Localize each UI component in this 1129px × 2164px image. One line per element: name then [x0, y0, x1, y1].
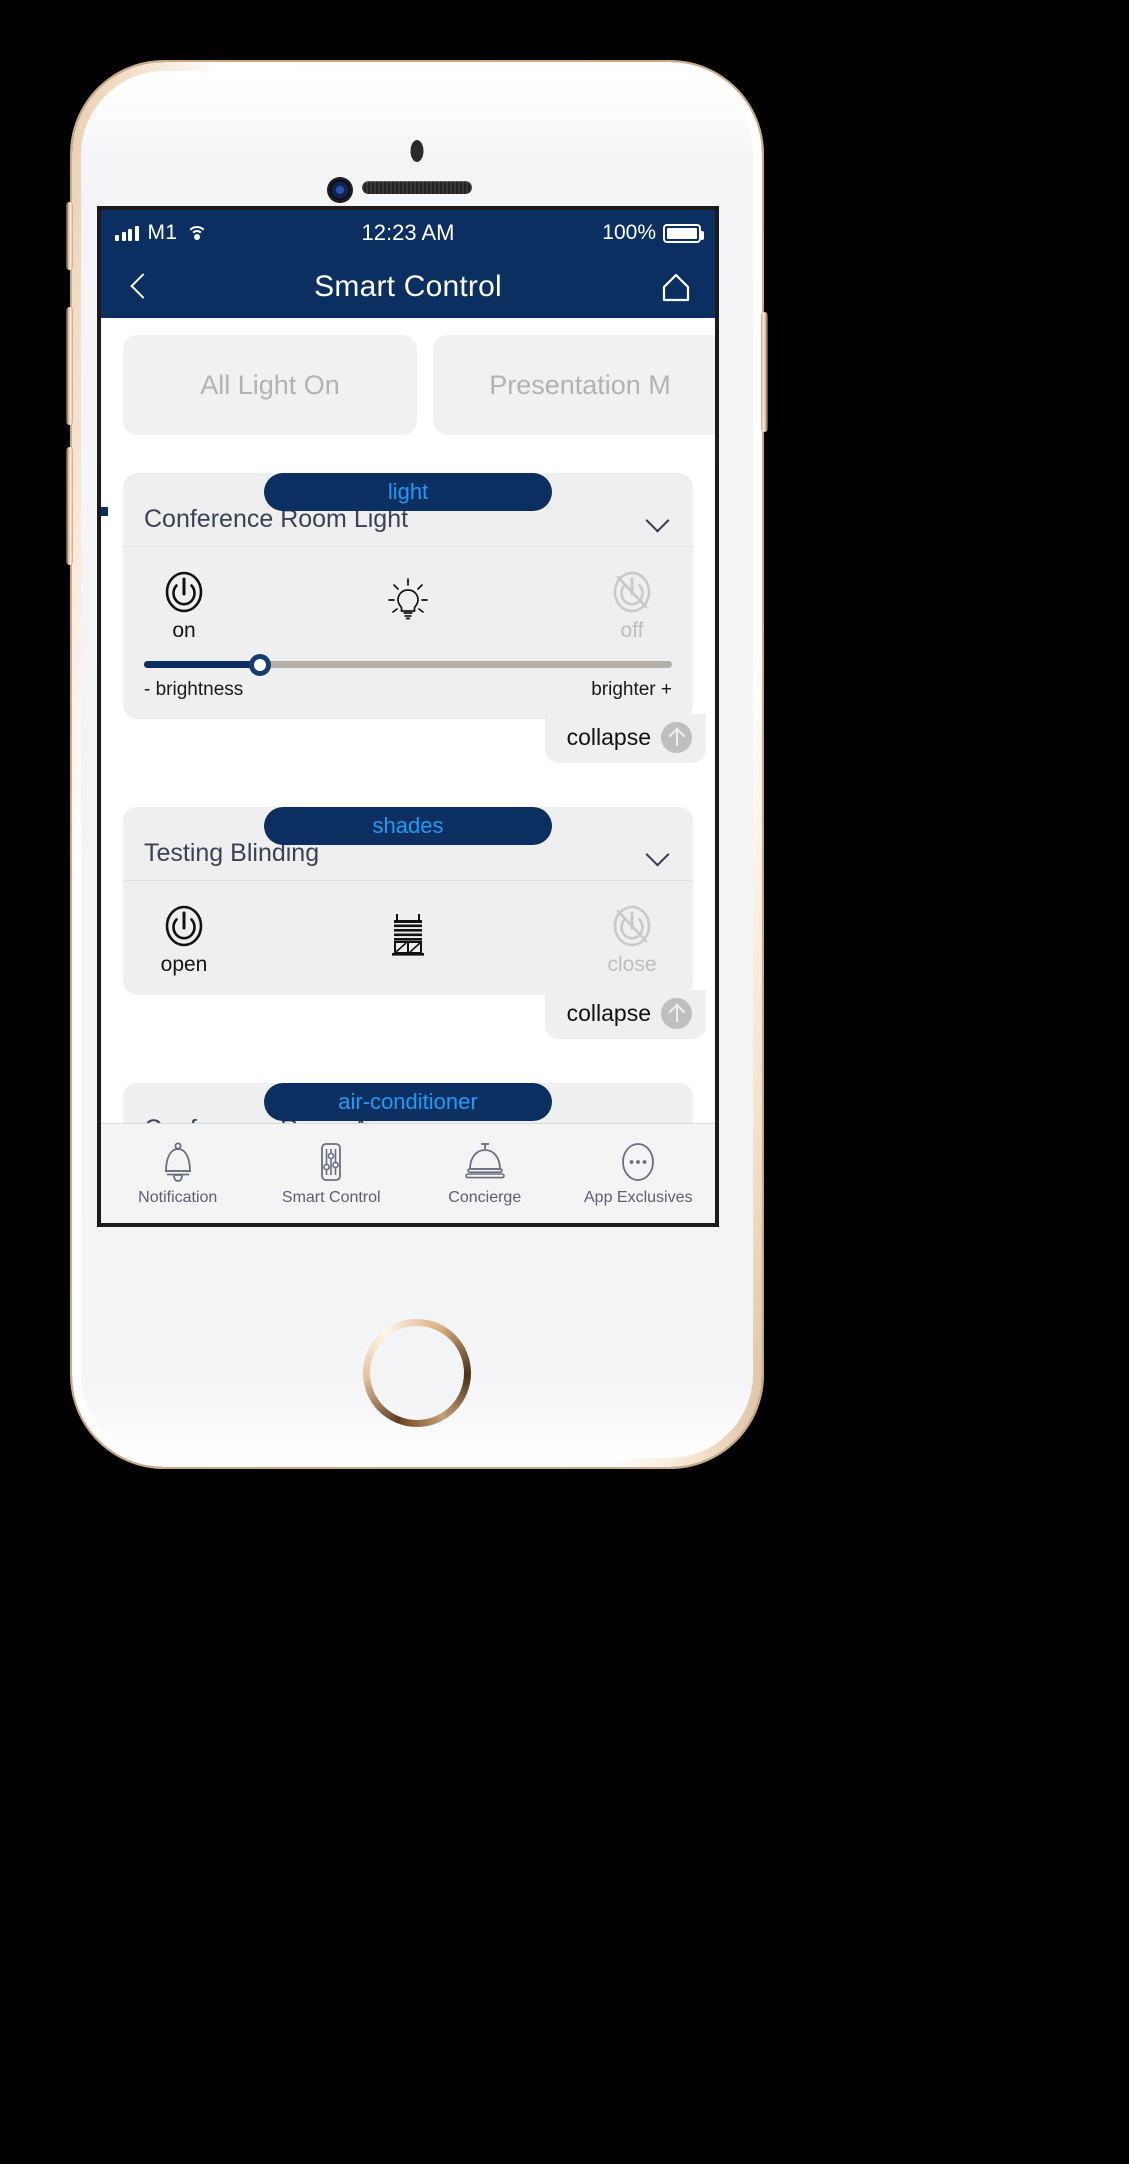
- scene-button-presentation-mode[interactable]: Presentation M: [433, 335, 715, 435]
- device-group-shades: shades Testing Blinding open close colla…: [101, 807, 715, 1045]
- nav-bar: Smart Control: [101, 256, 715, 318]
- chevron-down-icon[interactable]: [646, 1122, 672, 1124]
- sliders-icon: [311, 1141, 351, 1183]
- power-icon: [161, 903, 207, 949]
- collapse-button-shades[interactable]: collapse: [544, 990, 706, 1039]
- chevron-left-icon[interactable]: [123, 270, 157, 304]
- power-icon: [161, 569, 207, 615]
- scene-buttons-row[interactable]: All Light On Presentation M: [101, 318, 715, 435]
- service-bell-icon: [464, 1141, 506, 1183]
- bottom-tab-bar: Notification Smart Control Concierge App…: [101, 1123, 715, 1223]
- phone-mockup: M1 12:23 AM 100% Smart Control All Light…: [66, 62, 768, 1467]
- chevron-down-icon[interactable]: [646, 512, 672, 527]
- group-badge-air-conditioner[interactable]: air-conditioner: [264, 1083, 552, 1121]
- window-blinds-icon: [388, 911, 428, 962]
- screenshot-stage: M1 12:23 AM 100% Smart Control All Light…: [0, 0, 1129, 2164]
- ellipsis-circle-icon: [618, 1141, 658, 1183]
- brightness-slider-labels: - brightness brighter +: [144, 679, 672, 701]
- volume-up-button[interactable]: [66, 307, 73, 425]
- power-off-slashed-icon: [609, 903, 655, 949]
- shades-open-button[interactable]: open: [144, 903, 224, 977]
- status-bar: M1 12:23 AM 100%: [101, 210, 715, 256]
- power-off-button[interactable]: off: [592, 569, 672, 643]
- brightness-max-label: brighter +: [591, 679, 672, 700]
- tab-label: Smart Control: [281, 1188, 381, 1206]
- arrow-up-circle-icon: [661, 998, 692, 1029]
- device-type-icon-wrap: [224, 903, 592, 962]
- brightness-min-label: - brightness: [144, 679, 244, 700]
- device-group-light: light Conference Room Light on off - bri…: [101, 473, 715, 769]
- content-scroll-area[interactable]: All Light On Presentation M light Confer…: [101, 318, 715, 1123]
- shades-open-label: open: [160, 953, 208, 976]
- device-type-icon-wrap: [224, 569, 592, 628]
- bell-icon: [158, 1141, 198, 1183]
- shades-close-label: close: [607, 953, 657, 976]
- front-camera-icon: [329, 179, 351, 201]
- tab-concierge[interactable]: Concierge: [408, 1141, 562, 1207]
- tab-app-exclusives[interactable]: App Exclusives: [562, 1141, 716, 1207]
- brightness-slider[interactable]: [144, 653, 672, 676]
- tab-label: Concierge: [448, 1188, 522, 1206]
- collapse-button-light[interactable]: collapse: [544, 714, 706, 763]
- power-off-label: off: [620, 619, 644, 642]
- page-title: Smart Control: [314, 270, 502, 303]
- chevron-down-icon[interactable]: [646, 846, 672, 861]
- power-on-button[interactable]: on: [144, 569, 224, 643]
- collapse-label: collapse: [566, 1000, 651, 1026]
- tab-label: Notification: [138, 1188, 218, 1206]
- tab-label: App Exclusives: [584, 1188, 693, 1206]
- light-bulb-icon: [387, 577, 429, 628]
- silent-switch[interactable]: [66, 202, 73, 270]
- volume-down-button[interactable]: [66, 447, 73, 565]
- earpiece-speaker-icon: [362, 181, 472, 194]
- device-group-air-conditioner: air-conditioner Conference Room Air-con: [101, 1083, 715, 1123]
- brightness-slider-wrap: - brightness brighter +: [144, 653, 672, 701]
- group-badge-shades[interactable]: shades: [264, 807, 552, 845]
- group-badge-light[interactable]: light: [264, 473, 552, 511]
- battery-percent-label: 100%: [602, 221, 656, 244]
- proximity-sensor-icon: [410, 140, 424, 162]
- brightness-slider-fill: [144, 661, 261, 668]
- arrow-up-circle-icon: [661, 722, 692, 753]
- collapse-label: collapse: [566, 724, 651, 750]
- tab-notification[interactable]: Notification: [101, 1141, 255, 1207]
- power-on-label: on: [172, 619, 196, 642]
- device-card-body: on off - brightness brighter +: [123, 547, 693, 719]
- power-side-button[interactable]: [761, 312, 768, 432]
- power-control-row: open close: [144, 903, 672, 977]
- tab-smart-control[interactable]: Smart Control: [255, 1141, 409, 1207]
- power-off-slashed-icon: [609, 569, 655, 615]
- home-icon[interactable]: [659, 270, 693, 304]
- status-bar-right: 100%: [602, 221, 704, 245]
- device-card-body: open close: [123, 881, 693, 995]
- scene-button-all-light-on[interactable]: All Light On: [123, 335, 417, 435]
- phone-screen: M1 12:23 AM 100% Smart Control All Light…: [101, 210, 715, 1223]
- battery-full-icon: [663, 223, 704, 243]
- home-button[interactable]: [363, 1319, 471, 1427]
- shades-close-button[interactable]: close: [592, 903, 672, 977]
- brightness-slider-knob[interactable]: [249, 653, 272, 676]
- power-control-row: on off: [144, 569, 672, 643]
